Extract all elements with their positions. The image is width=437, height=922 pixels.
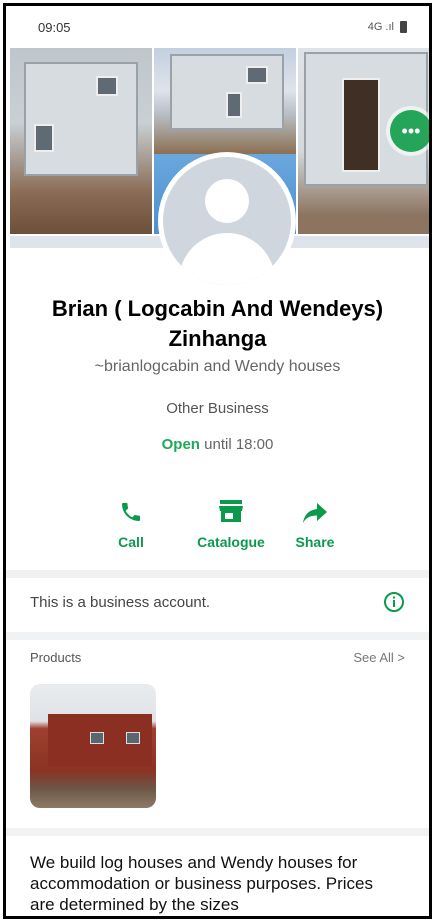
info-icon[interactable] (383, 591, 405, 613)
product-house-window (90, 732, 104, 744)
house-door (342, 78, 380, 172)
house-window (96, 76, 118, 96)
more-options-button[interactable]: ••• (390, 110, 429, 152)
business-subtitle: ~brianlogcabin and Wendy houses (94, 358, 341, 375)
business-account-notice[interactable]: This is a business account. (6, 580, 429, 624)
status-time: 09:05 (38, 19, 71, 35)
see-all-link[interactable]: See All > (353, 650, 405, 665)
house-door (226, 92, 242, 118)
section-divider (6, 828, 429, 836)
cover-photo-2 (154, 48, 296, 154)
avatar-body (179, 233, 275, 285)
phone-screen: 09:05 4G .ıl ••• Brian ( Logcabin And We… (3, 3, 432, 919)
battery-icon (400, 21, 407, 33)
section-divider (6, 632, 429, 640)
share-label: Share (295, 534, 335, 550)
business-hours: Open until 18:00 (6, 436, 429, 453)
signal-icon: 4G .ıl (367, 21, 394, 33)
house-window (246, 66, 268, 84)
cover-photo-1 (10, 48, 152, 234)
status-icons: 4G .ıl (368, 21, 407, 33)
open-status: Open (161, 436, 200, 453)
product-house-window (126, 732, 140, 744)
catalogue-label: Catalogue (197, 534, 265, 550)
business-description: We build log houses and Wendy houses for… (30, 853, 373, 914)
avatar-head (205, 179, 249, 223)
business-name: Brian ( Logcabin And Wendeys) Zinhanga (51, 296, 384, 351)
business-notice-text: This is a business account. (30, 593, 211, 611)
products-header: Products See All > (6, 650, 429, 665)
section-divider (6, 570, 429, 578)
house-image (24, 62, 138, 176)
house-window (34, 124, 54, 152)
share-button[interactable]: Share (270, 486, 360, 550)
product-thumbnail[interactable] (30, 684, 156, 808)
avatar-placeholder-icon (163, 157, 291, 285)
business-category: Other Business (166, 400, 269, 417)
products-title: Products (30, 650, 82, 665)
catalogue-button[interactable]: Catalogue (186, 486, 276, 550)
call-label: Call (118, 534, 144, 550)
store-icon (219, 500, 243, 522)
profile-avatar[interactable] (158, 152, 296, 290)
status-bar: 09:05 4G .ıl (6, 6, 429, 48)
call-button[interactable]: Call (86, 486, 176, 550)
phone-icon (122, 503, 140, 521)
action-row: Call Catalogue Share (106, 486, 356, 556)
share-icon (303, 503, 327, 523)
hours-text: until 18:00 (199, 436, 274, 453)
